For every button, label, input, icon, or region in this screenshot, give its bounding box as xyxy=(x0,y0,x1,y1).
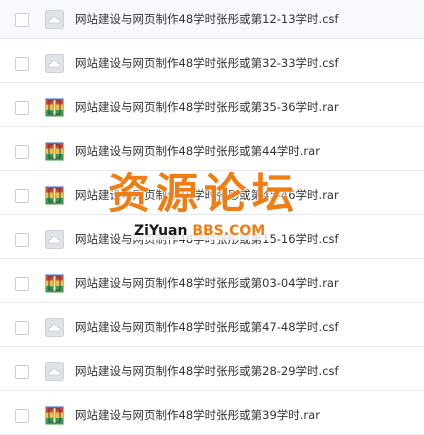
file-checkbox[interactable] xyxy=(15,409,29,423)
file-row[interactable]: 网站建设与网页制作48学时张彤或第12-13学时.csf xyxy=(0,0,424,39)
file-checkbox[interactable] xyxy=(15,321,29,335)
file-name[interactable]: 网站建设与网页制作48学时张彤或第45-46学时.rar xyxy=(75,187,339,203)
rar-archive-icon xyxy=(45,142,64,161)
file-row[interactable]: 网站建设与网页制作48学时张彤或第45-46学时.rar xyxy=(0,171,424,215)
file-checkbox[interactable] xyxy=(15,189,29,203)
file-name[interactable]: 网站建设与网页制作48学时张彤或第44学时.rar xyxy=(75,143,320,159)
file-name[interactable]: 网站建设与网页制作48学时张彤或第32-33学时.csf xyxy=(75,55,339,71)
file-name[interactable]: 网站建设与网页制作48学时张彤或第39学时.rar xyxy=(75,407,320,423)
file-row[interactable]: 网站建设与网页制作48学时张彤或第03-04学时.rar xyxy=(0,259,424,303)
cloud-file-icon xyxy=(45,362,64,381)
file-name[interactable]: 网站建设与网页制作48学时张彤或第35-36学时.rar xyxy=(75,99,339,115)
file-checkbox[interactable] xyxy=(15,57,29,71)
file-row[interactable]: 网站建设与网页制作48学时张彤或第47-48学时.csf xyxy=(0,303,424,347)
file-row[interactable]: 网站建设与网页制作48学时张彤或第35-36学时.rar xyxy=(0,83,424,127)
cloud-file-icon xyxy=(45,230,64,249)
file-name[interactable]: 网站建设与网页制作48学时张彤或第47-48学时.csf xyxy=(75,319,339,335)
file-checkbox[interactable] xyxy=(15,233,29,247)
file-row[interactable]: 网站建设与网页制作48学时张彤或第39学时.rar xyxy=(0,391,424,435)
cloud-file-icon xyxy=(45,10,64,29)
cloud-file-icon xyxy=(45,318,64,337)
file-row[interactable]: 网站建设与网页制作48学时张彤或第44学时.rar xyxy=(0,127,424,171)
file-checkbox[interactable] xyxy=(15,13,29,27)
file-row[interactable]: 网站建设与网页制作48学时张彤或第15-16学时.csf xyxy=(0,215,424,259)
cloud-file-icon xyxy=(45,54,64,73)
file-name[interactable]: 网站建设与网页制作48学时张彤或第03-04学时.rar xyxy=(75,275,339,291)
file-row[interactable]: 网站建设与网页制作48学时张彤或第28-29学时.csf xyxy=(0,347,424,391)
rar-archive-icon xyxy=(45,274,64,293)
file-checkbox[interactable] xyxy=(15,101,29,115)
file-checkbox[interactable] xyxy=(15,365,29,379)
rar-archive-icon xyxy=(45,186,64,205)
file-checkbox[interactable] xyxy=(15,145,29,159)
rar-archive-icon xyxy=(45,98,64,117)
file-checkbox[interactable] xyxy=(15,277,29,291)
file-row[interactable]: 网站建设与网页制作48学时张彤或第32-33学时.csf xyxy=(0,39,424,83)
rar-archive-icon xyxy=(45,406,64,425)
file-name[interactable]: 网站建设与网页制作48学时张彤或第28-29学时.csf xyxy=(75,363,339,379)
file-name[interactable]: 网站建设与网页制作48学时张彤或第12-13学时.csf xyxy=(75,11,339,27)
file-name[interactable]: 网站建设与网页制作48学时张彤或第15-16学时.csf xyxy=(75,231,339,247)
